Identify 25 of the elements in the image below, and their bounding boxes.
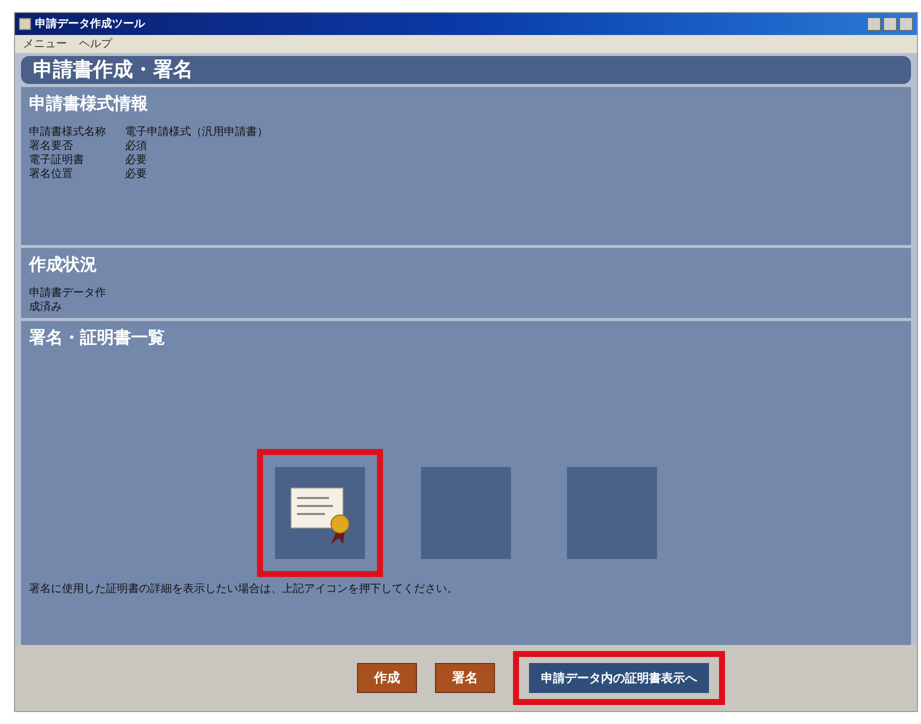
maximize-icon[interactable] xyxy=(883,17,897,31)
section-title: 署名・証明書一覧 xyxy=(29,327,166,349)
field-value: 必要 xyxy=(125,166,147,180)
app-icon xyxy=(19,18,31,30)
window-title: 申請データ作成ツール xyxy=(35,16,145,32)
field-label: 署名要否 xyxy=(29,138,74,152)
menu-item[interactable]: ヘルプ xyxy=(79,36,112,52)
action-button[interactable]: 作成 xyxy=(357,663,417,693)
menu-item[interactable]: メニュー xyxy=(23,36,67,52)
section-title: 申請書様式情報 xyxy=(29,93,149,115)
field-label: 電子証明書 xyxy=(29,152,85,166)
certificate-slot[interactable] xyxy=(275,466,365,558)
close-icon[interactable] xyxy=(899,17,913,31)
section-title: 作成状況 xyxy=(29,254,98,276)
field-value: 必須 xyxy=(125,138,147,152)
link-button[interactable]: 申請データ内の証明書表示へ xyxy=(529,663,709,693)
action-button[interactable]: 署名 xyxy=(435,663,495,693)
minimize-icon[interactable] xyxy=(867,17,881,31)
field-label: 署名位置 xyxy=(29,166,74,180)
field-label: 申請書データ作成済み xyxy=(29,286,107,314)
instruction-text: 署名に使用した証明書の詳細を表示したい場合は、上記アイコンを押下してください。 xyxy=(29,582,459,596)
field-label: 申請書様式名称 xyxy=(29,124,107,138)
field-value: 必要 xyxy=(125,152,147,166)
field-value: 電子申請様式（汎用申請書） xyxy=(125,124,268,138)
page-title: 申請書作成・署名 xyxy=(21,56,911,84)
